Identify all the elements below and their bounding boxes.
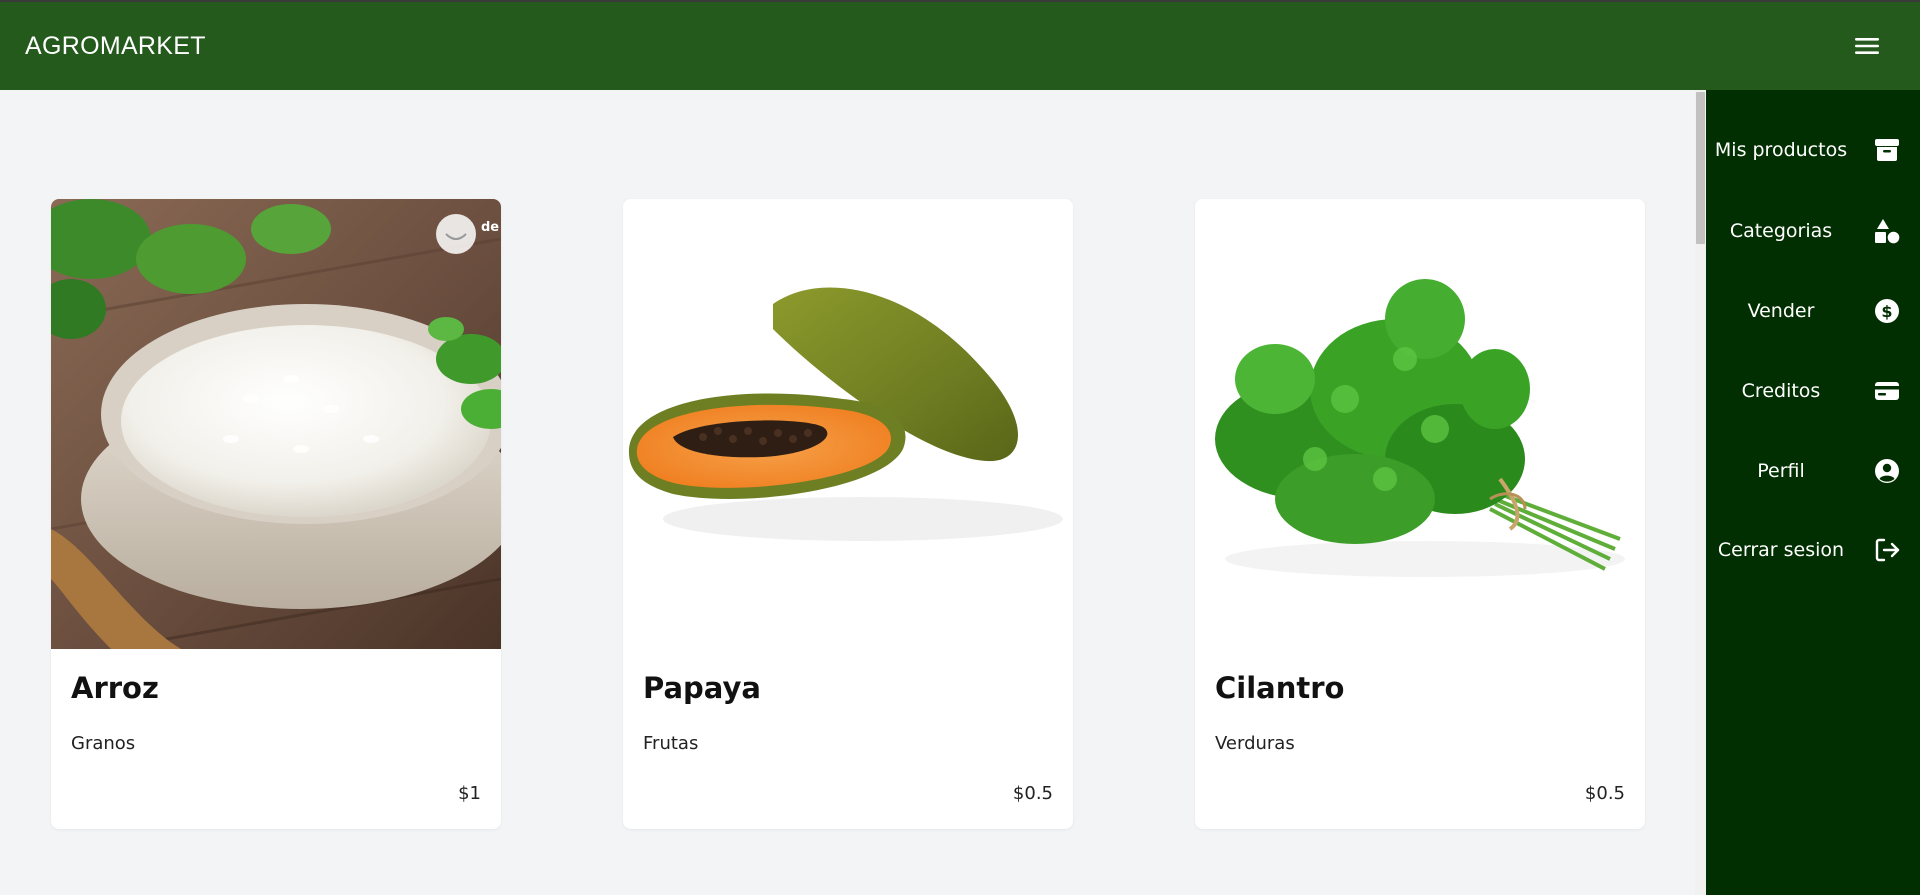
sidebar-item-label: Perfil — [1757, 460, 1805, 482]
svg-text:$: $ — [1881, 302, 1892, 321]
sidebar-item-label: Cerrar sesion — [1717, 539, 1845, 561]
product-card[interactable]: Papaya Frutas $0.5 — [623, 199, 1073, 829]
user-circle-icon — [1870, 454, 1904, 488]
sidebar-item-perfil[interactable]: Perfil — [1706, 446, 1920, 496]
rice-bowl-image: de Re — [51, 199, 501, 649]
sidebar-menu: Mis productos Categorias Vender $ Credit… — [1706, 90, 1920, 895]
product-price: $0.5 — [1012, 783, 1053, 804]
sidebar-item-vender[interactable]: Vender $ — [1706, 286, 1920, 336]
product-category: Verduras — [1215, 733, 1295, 754]
sidebar-item-label: Categorias — [1729, 220, 1833, 242]
hamburger-menu-icon — [1855, 38, 1879, 54]
brand-logo[interactable]: AGROMARKET — [25, 32, 206, 61]
product-category: Granos — [71, 733, 136, 754]
papaya-image — [623, 199, 1073, 649]
product-price: $0.5 — [1584, 783, 1625, 804]
product-name: Arroz — [71, 671, 159, 705]
top-navbar: AGROMARKET — [0, 2, 1920, 90]
cilantro-bunch-image — [1195, 199, 1645, 649]
product-card[interactable]: Cilantro Verduras $0.5 — [1195, 199, 1645, 829]
product-name: Cilantro — [1215, 671, 1345, 705]
product-name: Papaya — [643, 671, 761, 705]
product-grid: de Re Arroz Granos $1 — [0, 90, 1695, 895]
logout-icon — [1870, 533, 1904, 567]
credit-card-icon — [1870, 374, 1904, 408]
sidebar-item-categorias[interactable]: Categorias — [1706, 206, 1920, 256]
menu-toggle-button[interactable] — [1847, 26, 1887, 66]
product-card[interactable]: de Re Arroz Granos $1 — [51, 199, 501, 829]
sidebar-item-label: Mis productos — [1714, 139, 1848, 161]
product-price: $1 — [458, 783, 481, 804]
sidebar-item-label: Vender — [1747, 300, 1815, 322]
shapes-icon — [1870, 214, 1904, 248]
sidebar-item-mis-productos[interactable]: Mis productos — [1706, 118, 1920, 182]
watermark-text: de Re — [481, 220, 501, 235]
scrollbar-thumb[interactable] — [1696, 92, 1705, 244]
archive-box-icon — [1870, 133, 1904, 167]
sidebar-item-cerrar-sesion[interactable]: Cerrar sesion — [1706, 518, 1920, 582]
product-category: Frutas — [643, 733, 699, 754]
dollar-circle-icon: $ — [1870, 294, 1904, 328]
sidebar-item-creditos[interactable]: Creditos — [1706, 366, 1920, 416]
sidebar-item-label: Creditos — [1741, 380, 1821, 402]
